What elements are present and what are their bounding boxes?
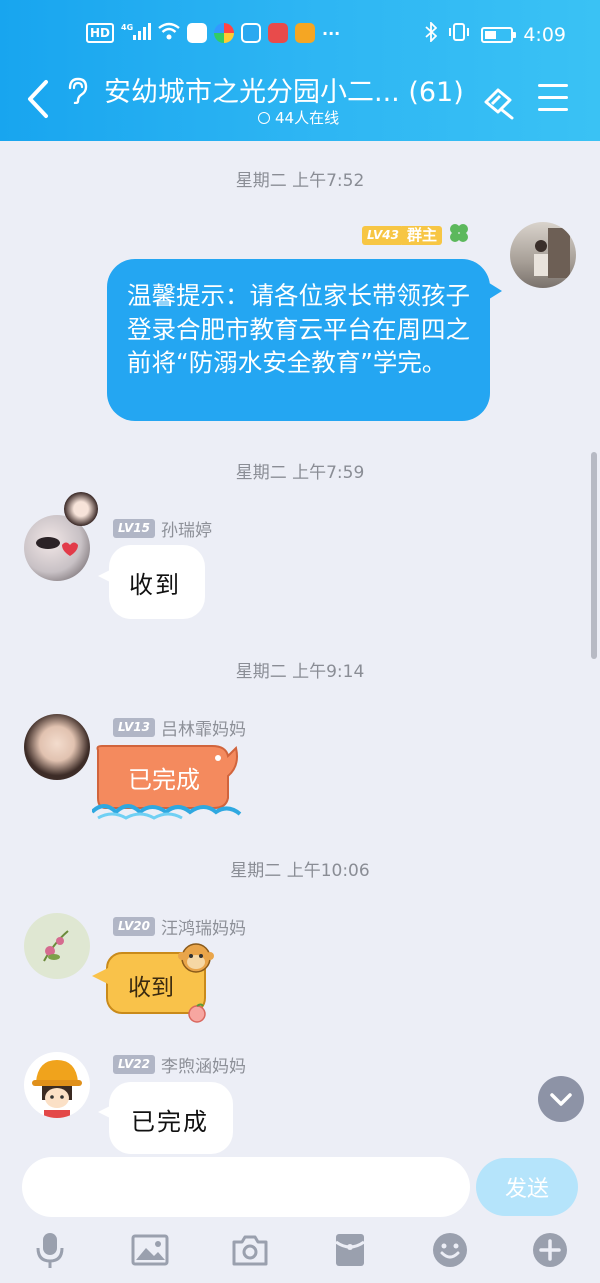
- emoji-icon[interactable]: [430, 1230, 470, 1270]
- message-text: 温馨提示：请各位家长带领孩子登录合肥市教育云平台在周四之前将“防溺水安全教育”学…: [127, 281, 470, 377]
- level-badge: LV13: [113, 718, 155, 737]
- clover-icon: [448, 222, 470, 249]
- sender-tag: LV43 群主: [362, 222, 470, 249]
- ear-icon[interactable]: [64, 76, 90, 104]
- hd-indicator: HD: [86, 23, 115, 43]
- sender-name: 吕林霏妈妈: [160, 720, 246, 740]
- sender-tag: LV15 孙瑞婷: [113, 516, 212, 541]
- level-badge: LV43: [362, 226, 404, 245]
- peach-icon: [188, 1003, 206, 1023]
- battery-icon: [481, 26, 517, 43]
- app-notification-icon: [187, 23, 208, 43]
- message-bubble[interactable]: 已完成: [109, 1082, 233, 1154]
- menu-button[interactable]: [538, 84, 568, 112]
- chat-header: HD 4G ··· 4:09 安幼城市之光分园小二... (61) 44人在线: [0, 0, 600, 141]
- sender-tag: LV20 汪鸿瑞妈妈: [113, 914, 246, 939]
- avatar[interactable]: [24, 913, 90, 979]
- message-timestamp: 星期二 上午7:59: [235, 463, 365, 483]
- online-count: 44人在线: [258, 107, 339, 128]
- app-notification-icon: [241, 23, 262, 43]
- avatar[interactable]: [24, 1052, 90, 1118]
- sender-name: 汪鸿瑞妈妈: [160, 919, 246, 939]
- online-count-label: 44人在线: [275, 109, 340, 127]
- camera-icon[interactable]: [230, 1230, 270, 1270]
- message-text: 收到: [128, 975, 174, 1001]
- message-bubble[interactable]: 收到: [109, 545, 205, 619]
- vibrate-icon: [447, 22, 471, 47]
- pin-icon[interactable]: [478, 80, 518, 120]
- message-timestamp: 星期二 上午9:14: [235, 662, 365, 682]
- message-input[interactable]: [22, 1157, 470, 1217]
- message-text: 已完成: [128, 766, 200, 794]
- app-notification-icon: [268, 23, 289, 43]
- sender-tag: LV22 李煦涵妈妈: [113, 1052, 246, 1077]
- svg-text:4G: 4G: [121, 23, 133, 32]
- level-badge: LV22: [113, 1055, 155, 1074]
- avatar[interactable]: [24, 714, 90, 780]
- scrollbar[interactable]: [591, 452, 597, 659]
- check-circle-icon: [258, 111, 270, 124]
- bubble-tail: [98, 568, 114, 584]
- scroll-to-bottom-button[interactable]: [538, 1076, 584, 1122]
- owner-badge: 群主: [401, 226, 442, 245]
- sender-tag: LV13 吕林霏妈妈: [113, 715, 246, 740]
- signal-icon: 4G: [121, 22, 152, 44]
- message-timestamp: 星期二 上午10:06: [230, 861, 370, 881]
- image-icon[interactable]: [130, 1230, 170, 1270]
- bubble-tail: [98, 1104, 114, 1120]
- own-message-bubble[interactable]: 温馨提示：请各位家长带领孩子登录合肥市教育云平台在周四之前将“防溺水安全教育”学…: [107, 259, 502, 421]
- wifi-icon: [158, 22, 180, 44]
- avatar[interactable]: [510, 222, 576, 288]
- avatar-pendant-icon: [64, 492, 98, 526]
- send-button[interactable]: 发送: [476, 1158, 578, 1216]
- level-badge: LV20: [113, 917, 155, 936]
- chat-title: 安幼城市之光分园小二... (61): [104, 77, 464, 108]
- fish-bubble[interactable]: 已完成: [92, 742, 242, 822]
- app-notification-icon: [295, 23, 316, 43]
- monkey-bubble[interactable]: 收到: [90, 940, 220, 1023]
- back-button[interactable]: [20, 76, 56, 122]
- app-notification-icon: [214, 23, 235, 43]
- clock: 4:09: [523, 23, 566, 46]
- chevron-down-icon: [550, 1093, 572, 1106]
- message-text: 已完成: [131, 1108, 209, 1136]
- input-toolbar: [0, 1222, 600, 1283]
- sender-name: 孙瑞婷: [160, 521, 212, 541]
- sender-name: 李煦涵妈妈: [160, 1057, 246, 1077]
- message-text: 收到: [129, 571, 181, 599]
- red-packet-icon[interactable]: [330, 1230, 370, 1270]
- monkey-icon: [178, 943, 214, 973]
- microphone-icon[interactable]: [30, 1230, 70, 1270]
- bluetooth-icon: [425, 20, 438, 47]
- level-badge: LV15: [113, 519, 155, 538]
- more-notifications-icon: ···: [322, 23, 341, 43]
- plus-icon[interactable]: [530, 1230, 570, 1270]
- message-timestamp: 星期二 上午7:52: [235, 171, 365, 191]
- status-bar: HD 4G ··· 4:09: [0, 0, 600, 66]
